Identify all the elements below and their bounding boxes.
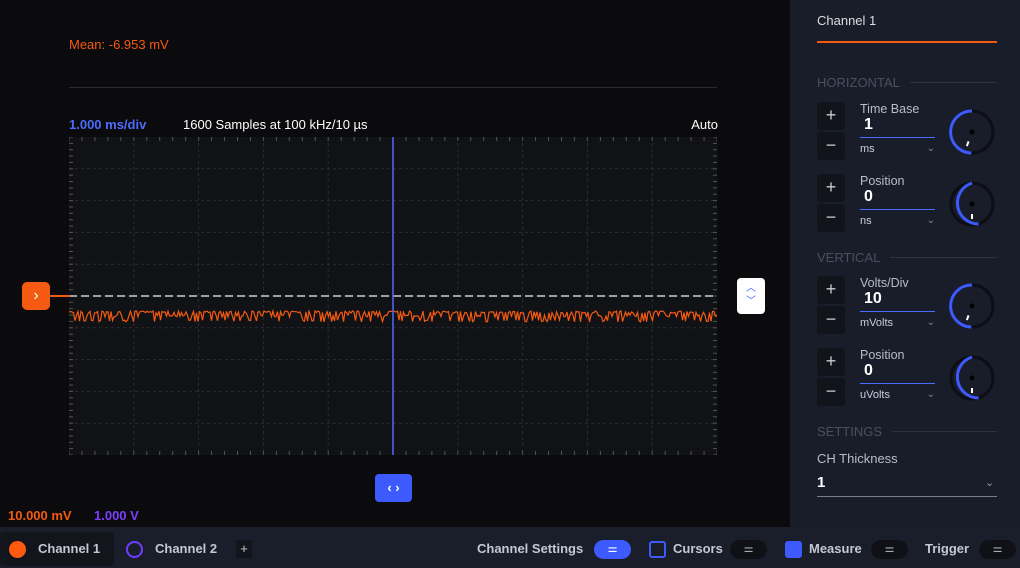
chevron-down-icon: ⌄ (926, 215, 935, 226)
measure-checkbox[interactable] (785, 541, 802, 558)
chevron-right-icon: › (33, 287, 39, 304)
time-base-control: + − (817, 102, 845, 160)
sample-info: 1600 Samples at 100 kHz/10 µs (183, 117, 368, 132)
knob-center (969, 201, 975, 207)
section-horizontal: HORIZONTAL (817, 75, 997, 90)
cursors-checkbox[interactable] (649, 541, 666, 558)
volts-div-unit-select[interactable]: mVolts ⌄ (860, 317, 935, 329)
plot-area[interactable] (69, 137, 717, 455)
knob-arc (949, 283, 973, 329)
volts-div-increment-button[interactable]: + (817, 276, 845, 304)
channel1-indicator-icon (9, 541, 26, 558)
channel2-scale: 1.000 V (94, 508, 139, 523)
chevron-down-icon[interactable]: ⌄ (985, 476, 994, 489)
h-position-field-group: Position 0 ns ⌄ (860, 174, 935, 227)
cursors-settings-button[interactable]: ⚌ (730, 540, 767, 559)
knob-indicator (965, 141, 970, 147)
h-position-decrement-button[interactable]: − (817, 204, 845, 232)
ch-thickness-select[interactable]: 1 (817, 474, 825, 491)
measure-settings-button[interactable]: ⚌ (871, 540, 908, 559)
sliders-icon: ⚌ (743, 543, 754, 555)
unit-value: ms (860, 143, 875, 155)
knob-indicator (965, 315, 970, 321)
horizontal-position-handle[interactable]: ‹ › (375, 474, 412, 502)
panel-title: Channel 1 (817, 13, 877, 28)
volts-div-label: Volts/Div (860, 276, 909, 290)
settings-panel: Channel 1 HORIZONTAL + − Time Base 1 ms ⌄… (790, 0, 1020, 527)
time-base-increment-button[interactable]: + (817, 102, 845, 130)
knob-center (969, 129, 975, 135)
h-position-knob[interactable] (948, 180, 996, 228)
time-per-div: 1.000 ms/div (69, 117, 147, 132)
chevron-down-icon: ⌄ (926, 389, 935, 400)
channel2-indicator-icon (126, 541, 143, 558)
time-base-unit-select[interactable]: ms ⌄ (860, 143, 935, 155)
unit-value: ns (860, 215, 872, 227)
knob-arc (955, 355, 979, 400)
section-label: SETTINGS (817, 424, 883, 439)
mean-readout: Mean: -6.953 mV (69, 37, 169, 52)
time-base-decrement-button[interactable]: − (817, 132, 845, 160)
tab-channel2[interactable]: Channel 2 (155, 541, 217, 556)
tab-channel1-label[interactable]: Channel 1 (38, 541, 100, 556)
v-position-label: Position (860, 348, 905, 362)
chevron-down-icon: ⌄ (926, 143, 935, 154)
section-vertical: VERTICAL (817, 250, 997, 265)
section-settings: SETTINGS (817, 424, 997, 439)
trigger-label: Trigger (925, 541, 970, 556)
knob-center (969, 303, 975, 309)
h-position-increment-button[interactable]: + (817, 174, 845, 202)
sliders-icon: ⚌ (607, 543, 618, 555)
time-base-input[interactable]: 1 (860, 116, 935, 138)
trigger-mode[interactable]: Auto (680, 117, 718, 132)
volts-div-decrement-button[interactable]: − (817, 306, 845, 334)
h-position-input[interactable]: 0 (860, 188, 935, 210)
knob-arc (955, 181, 979, 226)
sliders-icon: ⚌ (992, 543, 1003, 555)
divider (69, 87, 717, 88)
measure-label: Measure (809, 541, 862, 556)
sliders-icon: ⚌ (884, 543, 895, 555)
v-position-unit-select[interactable]: uVolts ⌄ (860, 389, 935, 401)
ch-thickness-underline (817, 496, 997, 497)
v-position-input[interactable]: 0 (860, 362, 935, 384)
ch-thickness-label: CH Thickness (817, 451, 898, 466)
unit-value: uVolts (860, 389, 890, 401)
panel-title-underline (817, 41, 997, 43)
v-position-knob[interactable] (948, 354, 996, 402)
trigger-settings-button[interactable]: ⚌ (979, 540, 1016, 559)
v-position-field-group: Position 0 uVolts ⌄ (860, 348, 935, 401)
vertical-position-handle[interactable]: ︿ ﹀ (737, 278, 765, 314)
h-position-label: Position (860, 174, 905, 188)
knob-center (969, 375, 975, 381)
section-label: HORIZONTAL (817, 75, 900, 90)
volts-div-knob[interactable] (948, 282, 996, 330)
time-base-label: Time Base (860, 102, 920, 116)
h-position-control: + − (817, 174, 845, 232)
h-position-unit-select[interactable]: ns ⌄ (860, 215, 935, 227)
chevron-down-icon: ⌄ (926, 317, 935, 328)
unit-value: mVolts (860, 317, 894, 329)
left-right-icon: ‹ › (387, 480, 400, 495)
cursors-label: Cursors (673, 541, 723, 556)
v-position-increment-button[interactable]: + (817, 348, 845, 376)
channel-settings-label: Channel Settings (477, 541, 584, 556)
up-down-icon: ︿ ﹀ (746, 283, 756, 307)
time-base-field-group: Time Base 1 ms ⌄ (860, 102, 935, 155)
volts-div-control: + − (817, 276, 845, 334)
time-base-knob[interactable] (948, 108, 996, 156)
channel1-scale: 10.000 mV (8, 508, 72, 523)
add-channel-button[interactable]: + (236, 540, 252, 558)
v-position-decrement-button[interactable]: − (817, 378, 845, 406)
v-position-control: + − (817, 348, 845, 406)
knob-arc (949, 109, 973, 155)
volts-div-input[interactable]: 10 (860, 290, 935, 312)
section-label: VERTICAL (817, 250, 881, 265)
channel-settings-toggle[interactable]: ⚌ (594, 540, 631, 559)
channel1-marker-line (50, 295, 70, 297)
channel1-offset-handle[interactable]: › (22, 282, 50, 310)
volts-div-field-group: Volts/Div 10 mVolts ⌄ (860, 276, 935, 329)
